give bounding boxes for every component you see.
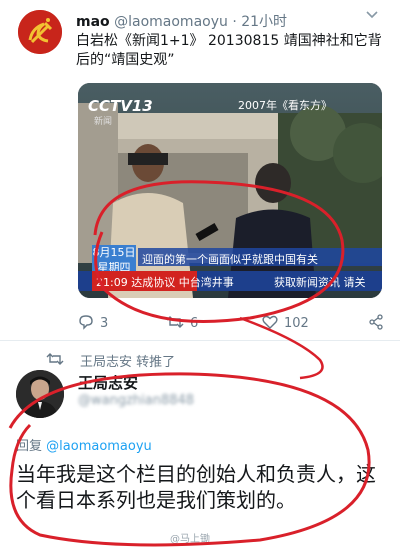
quote-user-avatar[interactable] [16,370,64,418]
retweet-count: 6 [190,316,199,331]
reply-count: 3 [100,316,109,331]
share-icon [369,314,383,330]
video-caption-year: 2007年《看东方》 [238,99,332,112]
video-subtitle: 迎面的第一个画面似乎就跟中国有关 [142,253,318,266]
section-divider [0,340,400,341]
meta-separator: · [232,14,237,30]
tweet-meta: mao @laomaomaoyu · 21小时 [76,11,287,31]
tweet-video[interactable]: CCTV13 新闻 2007年《看东方》 8月15日 星期四 迎面的第一个画面似… [78,83,382,298]
channel-sub-label: 新闻 [94,117,113,127]
author-handle[interactable]: @laomaomaoyu [114,14,228,30]
author-name[interactable]: mao [76,14,110,30]
ticker-left-text: 21:09 达成协议 中台湾井事 [96,276,234,289]
reply-icon [79,315,93,330]
chevron-down-icon[interactable] [364,6,380,27]
retweet-banner-icon [46,351,64,371]
cctv-logo: CCTV13 [88,97,153,115]
quote-user-handle[interactable]: @wangzhian8848 [78,393,194,408]
reply-to-label: 回复 [16,439,43,454]
share-button[interactable] [368,314,390,331]
reply-button[interactable]: 3 [78,314,108,331]
tweet-actions: 3 6 102 [78,314,388,334]
weibo-watermark: @马上锄 [170,534,210,545]
date-badge-day: 8月15日 [92,246,136,259]
hammer-sickle-icon [18,10,62,54]
reply-text: 当年我是这个栏目的创始人和负责人，这个看日本系列也是我们策划的。 [16,462,376,512]
tweet-time[interactable]: 21小时 [241,14,287,30]
ticker-right-text: 获取新闻资讯 请关 [274,276,366,289]
tweet-text: 白岩松《新闻1+1》 20130815 靖国神社和它背后的“靖国史观” [76,33,382,68]
retweet-button[interactable]: 6 [166,314,198,331]
retweeted-by-text: 王局志安 转推了 [80,355,176,370]
author-avatar[interactable] [18,10,62,54]
heart-icon [262,315,278,329]
reply-to-handle-link[interactable]: @laomaomaoyu [46,439,152,454]
retweeted-by-banner[interactable]: 王局志安 转推了 [46,351,176,370]
quote-user-name[interactable]: 王局志安 [78,372,138,393]
like-button[interactable]: 102 [262,314,309,331]
original-tweet[interactable]: mao @laomaomaoyu · 21小时 白岩松《新闻1+1》 20130… [0,0,400,355]
retweet-icon [166,316,184,328]
reply-to-line: 回复 @laomaomaoyu [16,435,152,454]
like-count: 102 [284,316,309,331]
